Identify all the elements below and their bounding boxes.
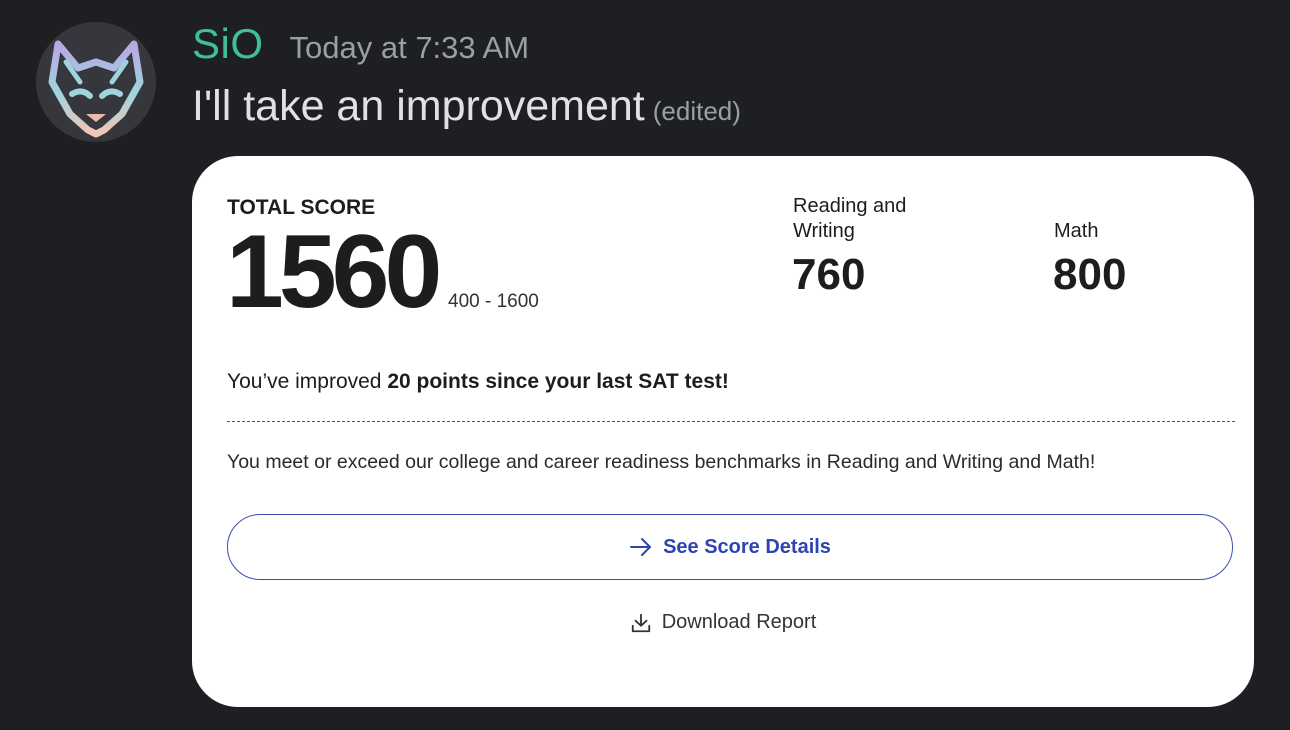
total-score-range: 400 - 1600 — [448, 291, 539, 312]
download-icon — [631, 613, 650, 632]
benchmark-message: You meet or exceed our college and caree… — [227, 451, 1096, 473]
see-score-details-button[interactable]: See Score Details — [227, 514, 1233, 580]
improvement-prefix: You’ve improved — [227, 370, 388, 393]
message-header: SiO Today at 7:33 AM — [192, 20, 529, 68]
improvement-message: You’ve improved 20 points since your las… — [227, 370, 729, 394]
arrow-right-icon — [630, 538, 652, 556]
divider — [227, 421, 1235, 422]
chat-message: SiO Today at 7:33 AM I'll take an improv… — [0, 0, 1290, 730]
download-report-link[interactable]: Download Report — [192, 611, 1254, 634]
score-report-card[interactable]: TOTAL SCORE 1560 400 - 1600 Reading and … — [192, 156, 1254, 707]
total-score-value: 1560 — [226, 214, 442, 330]
download-report-label: Download Report — [661, 611, 817, 633]
section-score-reading-writing: 760 — [792, 250, 866, 299]
section-score-math: 800 — [1053, 250, 1127, 299]
section-label-reading-writing: Reading and Writing — [793, 195, 907, 242]
section-label-math: Math — [1054, 220, 1099, 242]
improvement-points: 20 points since your last SAT test! — [387, 370, 729, 393]
username[interactable]: SiO — [192, 20, 264, 68]
message-text: I'll take an improvement — [192, 82, 645, 130]
see-score-details-label: See Score Details — [663, 535, 831, 558]
user-avatar[interactable] — [36, 22, 156, 142]
message-content: I'll take an improvement (edited) — [192, 82, 741, 131]
message-timestamp[interactable]: Today at 7:33 AM — [290, 30, 530, 66]
edited-label: (edited) — [652, 96, 741, 126]
wolf-avatar-icon — [48, 40, 144, 138]
